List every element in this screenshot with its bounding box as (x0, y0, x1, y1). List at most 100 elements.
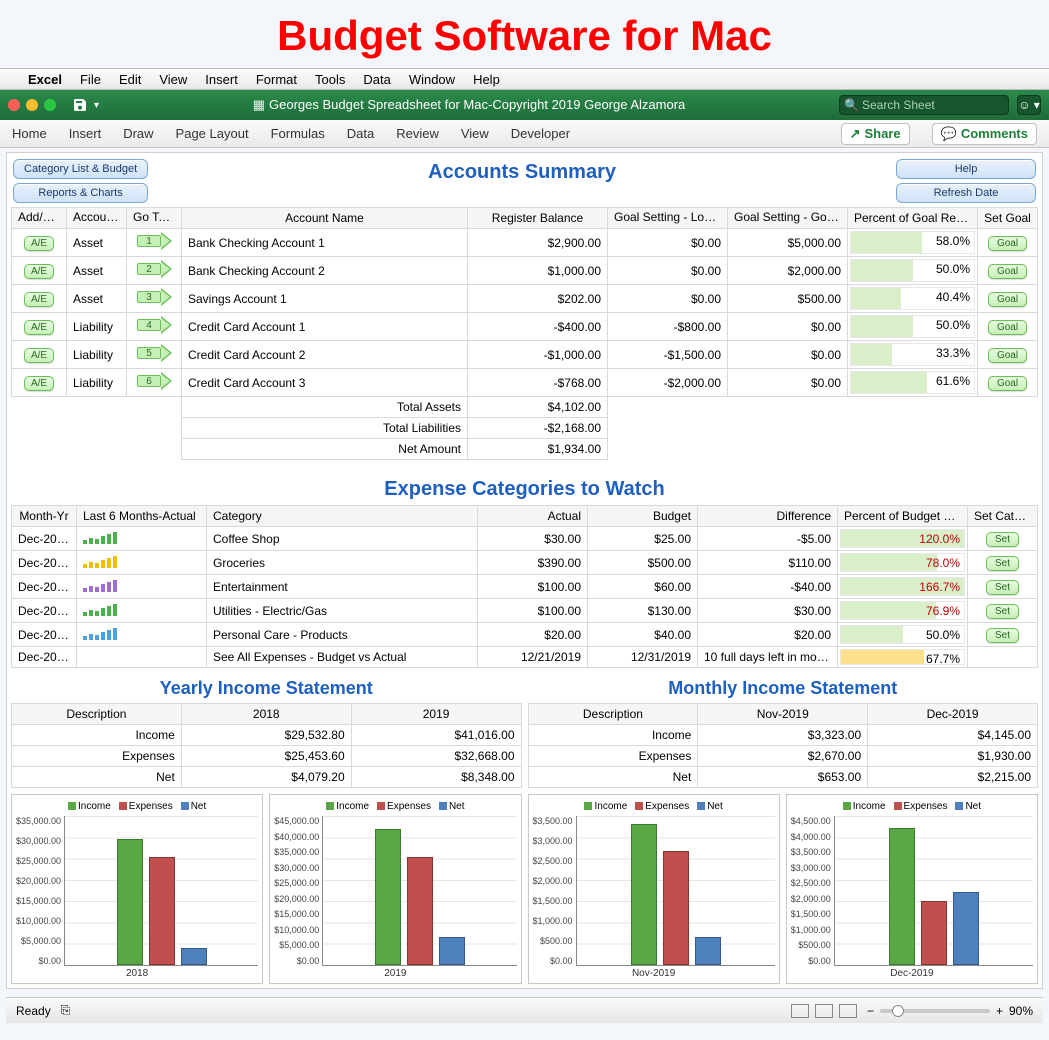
goto-register-button[interactable]: 6 (137, 372, 171, 390)
search-sheet[interactable]: 🔍 (839, 95, 1009, 115)
set-goal-button[interactable]: Goal (988, 320, 1027, 335)
expense-row: Dec-2019 Coffee Shop $30.00 $25.00 -$5.0… (12, 527, 1038, 551)
total-liab: -$2,168.00 (468, 418, 608, 439)
mhdr-desc: Description (528, 704, 698, 725)
add-edit-account-button[interactable]: A/E (24, 236, 54, 251)
goto-register-button[interactable]: 5 (137, 344, 171, 362)
tab-data[interactable]: Data (347, 126, 374, 141)
yearly-table: Description20182019 Income$29,532.80$41,… (11, 703, 522, 788)
goto-register-button[interactable]: 3 (137, 288, 171, 306)
set-goal-button[interactable]: Goal (988, 376, 1027, 391)
goto-register-button[interactable]: 2 (137, 260, 171, 278)
menubar-app[interactable]: Excel (28, 72, 62, 87)
zoom-level: 90% (1009, 1004, 1033, 1018)
chart-legend: IncomeExpensesNet (791, 801, 1033, 812)
comments-button[interactable]: 💬Comments (932, 123, 1037, 145)
tab-formulas[interactable]: Formulas (271, 126, 325, 141)
tab-view[interactable]: View (461, 126, 489, 141)
account-row: A/E Asset 3 Savings Account 1 $202.00 $0… (12, 285, 1038, 313)
goto-register-button[interactable]: 4 (137, 316, 171, 334)
set-goal-button[interactable]: Goal (988, 236, 1027, 251)
tab-developer[interactable]: Developer (511, 126, 570, 141)
search-input[interactable] (839, 95, 1009, 115)
income-row: Income$29,532.80$41,016.00 (12, 725, 522, 746)
percent-goal-cell: 61.6% (848, 369, 978, 397)
add-edit-account-button[interactable]: A/E (24, 376, 54, 391)
save-icon[interactable] (72, 97, 88, 113)
register-balance: $1,000.00 (468, 257, 608, 285)
category-list-budget-button[interactable]: Category List & Budget (13, 159, 148, 179)
plot-area (576, 816, 775, 966)
chart: IncomeExpensesNet $4,500.00$4,000.00$3,5… (786, 794, 1038, 984)
zoom-slider[interactable]: − + 90% (867, 1004, 1033, 1018)
expense-diff: $30.00 (698, 599, 838, 623)
mac-menubar: Excel File Edit View Insert Format Tools… (0, 68, 1049, 90)
add-edit-account-button[interactable]: A/E (24, 264, 54, 279)
mhdr-c1: Nov-2019 (698, 704, 868, 725)
close-window-icon[interactable] (8, 99, 20, 111)
share-button[interactable]: ↗Share (841, 123, 910, 145)
expenses-table: Month-Yr Last 6 Months-Actual Category A… (11, 505, 1038, 668)
set-goal-button[interactable]: Goal (988, 292, 1027, 307)
menu-tools[interactable]: Tools (315, 72, 345, 87)
expense-diff: $20.00 (698, 623, 838, 647)
set-category-button[interactable]: Set (986, 628, 1019, 643)
menu-window[interactable]: Window (409, 72, 455, 87)
goto-register-button[interactable]: 1 (137, 232, 171, 250)
feedback-icon[interactable]: ☺ ▾ (1017, 95, 1041, 115)
set-goal-button[interactable]: Goal (988, 264, 1027, 279)
add-edit-account-button[interactable]: A/E (24, 292, 54, 307)
view-normal-icon[interactable] (791, 1004, 809, 1018)
bar-net (181, 948, 207, 965)
zoom-out-icon[interactable]: − (867, 1004, 874, 1018)
zoom-in-icon[interactable]: + (996, 1004, 1003, 1018)
hdr-name: Account Name (182, 208, 468, 229)
set-goal-button[interactable]: Goal (988, 348, 1027, 363)
menu-edit[interactable]: Edit (119, 72, 141, 87)
yhdr-c2: 2019 (351, 704, 521, 725)
plot-area (64, 816, 258, 966)
total-liab-label: Total Liabilities (182, 418, 468, 439)
expense-category: Utilities - Electric/Gas (207, 599, 478, 623)
view-page-break-icon[interactable] (839, 1004, 857, 1018)
minimize-window-icon[interactable] (26, 99, 38, 111)
menu-insert[interactable]: Insert (205, 72, 238, 87)
maximize-window-icon[interactable] (44, 99, 56, 111)
reports-charts-button[interactable]: Reports & Charts (13, 183, 148, 203)
menu-view[interactable]: View (159, 72, 187, 87)
menu-format[interactable]: Format (256, 72, 297, 87)
add-edit-account-button[interactable]: A/E (24, 348, 54, 363)
goal-reach: $2,000.00 (728, 257, 848, 285)
y-axis: $45,000.00$40,000.00$35,000.00$30,000.00… (274, 816, 322, 966)
tab-page-layout[interactable]: Page Layout (176, 126, 249, 141)
expense-budget: $40.00 (588, 623, 698, 647)
sparkline (77, 527, 207, 551)
tab-insert[interactable]: Insert (69, 126, 102, 141)
y-axis: $35,000.00$30,000.00$25,000.00$20,000.00… (16, 816, 64, 966)
refresh-date-button[interactable]: Refresh Date (896, 183, 1036, 203)
account-name: Credit Card Account 3 (182, 369, 468, 397)
expense-budget: $130.00 (588, 599, 698, 623)
add-edit-account-button[interactable]: A/E (24, 320, 54, 335)
expense-month: Dec-2019 (12, 599, 77, 623)
chart: IncomeExpensesNet $35,000.00$30,000.00$2… (11, 794, 263, 984)
accessibility-icon[interactable]: ⎘ (61, 1003, 71, 1018)
tab-review[interactable]: Review (396, 126, 439, 141)
view-page-layout-icon[interactable] (815, 1004, 833, 1018)
help-button[interactable]: Help (896, 159, 1036, 179)
set-category-button[interactable]: Set (986, 556, 1019, 571)
set-category-button[interactable]: Set (986, 580, 1019, 595)
set-category-button[interactable]: Set (986, 532, 1019, 547)
y-axis: $4,500.00$4,000.00$3,500.00$3,000.00$2,5… (791, 816, 834, 966)
expense-category: Personal Care - Products (207, 623, 478, 647)
set-category-button[interactable]: Set (986, 604, 1019, 619)
ehdr-cat: Category (207, 506, 478, 527)
tab-draw[interactable]: Draw (123, 126, 153, 141)
y-axis: $3,500.00$3,000.00$2,500.00$2,000.00$1,5… (533, 816, 576, 966)
menu-help[interactable]: Help (473, 72, 500, 87)
menu-data[interactable]: Data (363, 72, 390, 87)
tab-home[interactable]: Home (12, 126, 47, 141)
hdr-type: Account Type (67, 208, 127, 229)
menu-file[interactable]: File (80, 72, 101, 87)
goal-reach: $0.00 (728, 369, 848, 397)
